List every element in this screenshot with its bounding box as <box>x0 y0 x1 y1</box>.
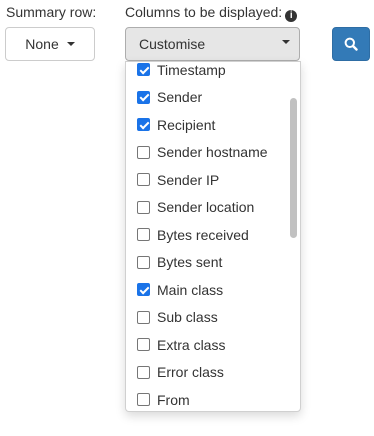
summary-row-label-text: Summary row: <box>6 4 97 20</box>
column-option[interactable]: Bytes received <box>126 221 286 249</box>
checkbox-unchecked[interactable] <box>137 228 150 242</box>
column-option-label: Sender <box>157 89 203 106</box>
checkbox-unchecked[interactable] <box>137 393 150 407</box>
column-option-label: Main class <box>157 281 224 298</box>
column-option[interactable]: Main class <box>126 276 286 304</box>
column-option[interactable]: Extra class <box>126 331 286 359</box>
column-option-label: Error class <box>157 364 224 381</box>
column-option[interactable]: Error class <box>126 359 286 387</box>
checkbox-unchecked[interactable] <box>137 365 150 379</box>
column-option[interactable]: Sender <box>126 84 286 112</box>
search-button[interactable] <box>332 27 370 61</box>
column-option-label: Sender hostname <box>157 144 268 161</box>
summary-row-value: None <box>25 36 59 52</box>
checkbox-unchecked[interactable] <box>137 338 150 352</box>
column-option-label: From <box>157 391 190 408</box>
column-options-list: Timestamp Sender Recipient Sender hostname S… <box>126 61 286 411</box>
column-option[interactable]: Bytes sent <box>126 249 286 277</box>
search-icon <box>344 37 358 51</box>
checkbox-unchecked[interactable] <box>137 173 150 187</box>
column-option[interactable]: Sender IP <box>126 166 286 194</box>
column-option[interactable]: From <box>126 386 286 411</box>
column-option-label: Timestamp <box>157 61 226 78</box>
columns-dropdown-label: Customise <box>139 36 206 52</box>
report-options: Summary row: Columns to be displayed: i N… <box>0 0 374 436</box>
column-option-label: Sub class <box>157 309 218 326</box>
column-option-label: Bytes sent <box>157 254 223 271</box>
checkbox-unchecked[interactable] <box>137 145 150 159</box>
checkbox-checked[interactable] <box>137 90 150 104</box>
columns-label: Columns to be displayed: i <box>125 4 298 22</box>
checkbox-unchecked[interactable] <box>137 200 150 214</box>
column-option-label: Sender location <box>157 199 255 216</box>
checkbox-checked[interactable] <box>137 283 150 297</box>
summary-row-dropdown[interactable]: None <box>5 27 95 61</box>
column-option[interactable]: Sender location <box>126 194 286 222</box>
column-option-label: Sender IP <box>157 171 220 188</box>
checkbox-unchecked[interactable] <box>137 310 150 324</box>
dropdown-scrollbar[interactable] <box>288 66 298 407</box>
checkbox-checked[interactable] <box>137 63 150 77</box>
columns-dropdown[interactable]: Customise <box>125 27 300 61</box>
column-option[interactable]: Timestamp <box>126 61 286 84</box>
info-icon[interactable]: i <box>285 10 298 22</box>
summary-row-label: Summary row: <box>6 4 96 20</box>
checkbox-checked[interactable] <box>137 118 150 132</box>
column-option-label: Recipient <box>157 116 216 133</box>
columns-label-text: Columns to be displayed: <box>125 4 283 20</box>
column-option[interactable]: Recipient <box>126 111 286 139</box>
checkbox-unchecked[interactable] <box>137 255 150 269</box>
columns-dropdown-menu: Timestamp Sender Recipient Sender hostname S… <box>125 61 301 412</box>
caret-down-icon <box>66 42 75 46</box>
column-option-label: Bytes received <box>157 226 249 243</box>
column-option[interactable]: Sender hostname <box>126 139 286 167</box>
column-option-label: Extra class <box>157 336 226 353</box>
caret-down-icon <box>282 40 290 44</box>
scrollbar-thumb[interactable] <box>290 98 297 238</box>
column-option[interactable]: Sub class <box>126 304 286 332</box>
